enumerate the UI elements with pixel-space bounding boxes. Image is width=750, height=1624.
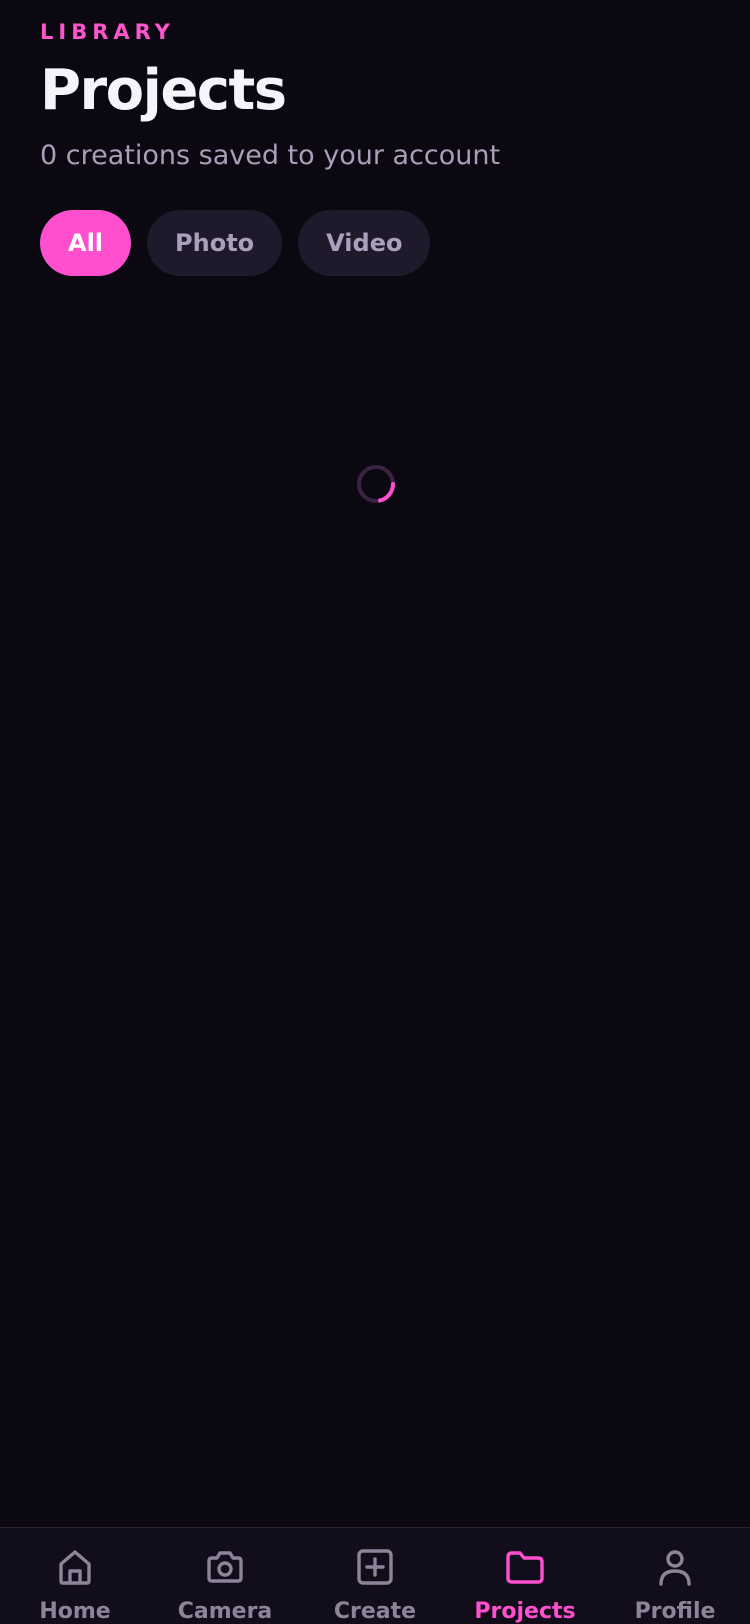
filter-chip-all[interactable]: All — [40, 210, 132, 276]
tab-camera[interactable]: Camera — [150, 1528, 300, 1624]
filter-chips: All Photo Video — [40, 210, 431, 276]
section-eyebrow: LIBRARY — [40, 20, 175, 44]
camera-icon — [207, 1551, 243, 1583]
tab-projects-label: Projects — [474, 1599, 576, 1624]
page-subtitle: 0 creations saved to your account — [40, 140, 501, 171]
tab-create[interactable]: Create — [300, 1528, 450, 1624]
bottom-tab-bar: Home Camera Create Projects Profile — [0, 1527, 750, 1624]
tab-projects[interactable]: Projects — [450, 1528, 600, 1624]
folder-icon — [506, 1551, 544, 1584]
projects-screen: LIBRARY Projects 0 creations saved to yo… — [0, 0, 750, 1624]
page-title: Projects — [40, 58, 287, 123]
plus-square-icon — [357, 1549, 393, 1585]
tab-camera-label: Camera — [177, 1599, 273, 1624]
tab-profile-label: Profile — [634, 1599, 716, 1624]
tab-home-label: Home — [39, 1599, 111, 1624]
filter-chip-photo[interactable]: Photo — [147, 210, 283, 276]
loading-spinner — [357, 465, 395, 503]
user-icon — [659, 1550, 691, 1586]
filter-chip-video[interactable]: Video — [298, 210, 431, 276]
tab-create-label: Create — [333, 1599, 417, 1624]
tab-home[interactable]: Home — [0, 1528, 150, 1624]
home-icon — [59, 1550, 91, 1585]
tab-profile[interactable]: Profile — [600, 1528, 750, 1624]
